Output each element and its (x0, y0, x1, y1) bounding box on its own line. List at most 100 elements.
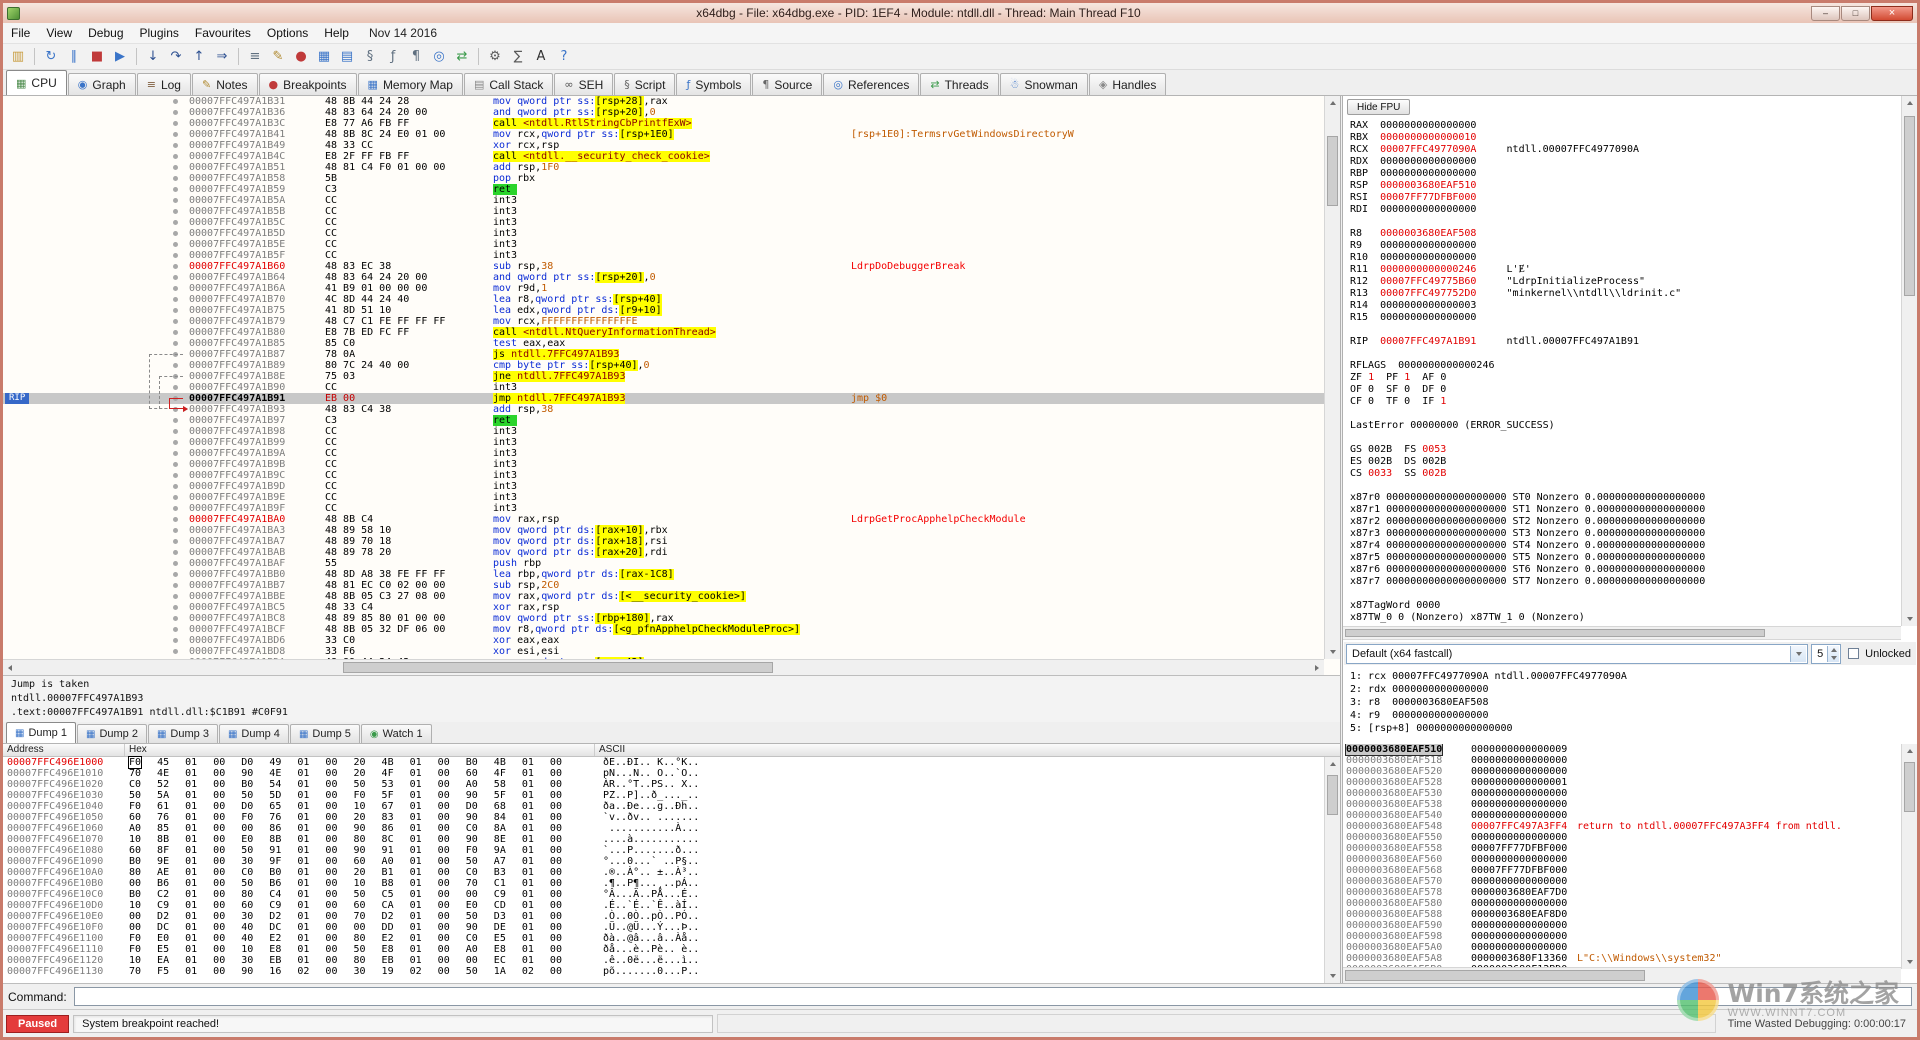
stack-row[interactable]: 0000003680EAF5880000003680EAF8D0 (1343, 909, 1917, 920)
argument-line[interactable]: 5: [rsp+8] 0000000000000000 (1350, 722, 1913, 735)
breakpoint-dot[interactable] (173, 528, 178, 533)
disasm-row[interactable]: 00007FFC497A1BB748 81 EC C0 02 00 00sub … (3, 580, 1325, 591)
register-line[interactable]: RSP 0000003680EAF510 (1350, 180, 1900, 192)
breakpoint-dot[interactable] (173, 583, 178, 588)
dump-vertical-scrollbar[interactable] (1324, 757, 1340, 983)
register-line[interactable]: ZF 1 PF 1 AF 0 (1350, 372, 1900, 384)
dump-row[interactable]: 00007FFC496E1040F0 61 01 00 D0 65 01 00 … (3, 801, 1340, 812)
tab-dump-4[interactable]: ▦Dump 4 (219, 724, 289, 743)
register-line[interactable]: LastError 00000000 (ERROR_SUCCESS) (1350, 420, 1900, 432)
dump-row[interactable]: 00007FFC496E10D010 C9 01 00 60 C9 01 00 … (3, 900, 1340, 911)
breakpoint-dot[interactable] (173, 165, 178, 170)
scrollbar-thumb[interactable] (1345, 629, 1765, 637)
disasm-row[interactable]: 00007FFC497A1BCF48 8B 05 32 DF 06 00mov … (3, 624, 1325, 635)
breakpoint-dot[interactable] (173, 220, 178, 225)
help-icon[interactable]: ? (553, 46, 575, 67)
tab-watch-1[interactable]: ◉Watch 1 (361, 724, 432, 743)
settings-icon[interactable]: ⚙ (484, 46, 506, 67)
register-line[interactable] (1350, 432, 1900, 444)
disasm-row[interactable]: 00007FFC497A1B9BCCint3 (3, 459, 1325, 470)
breakpoint-dot[interactable] (173, 462, 178, 467)
stack-row[interactable]: 0000003680EAF5780000003680EAF7D0 (1343, 887, 1917, 898)
menu-item-view[interactable]: View (38, 23, 80, 43)
tab-cpu[interactable]: ▦CPU (6, 70, 67, 95)
dump-row[interactable]: 00007FFC496E112010 EA 01 00 30 EB 01 00 … (3, 955, 1340, 966)
dump-row[interactable]: 00007FFC496E1000F0 45 01 00 D0 49 01 00 … (3, 757, 1340, 768)
register-line[interactable]: OF 0 SF 0 DF 0 (1350, 384, 1900, 396)
register-line[interactable]: R10 0000000000000000 (1350, 252, 1900, 264)
stack-row[interactable]: 0000003680EAF5980000000000000000 (1343, 931, 1917, 942)
breakpoint-dot[interactable] (173, 198, 178, 203)
dump-row[interactable]: 00007FFC496E10E000 D2 01 00 30 D2 01 00 … (3, 911, 1340, 922)
breakpoint-dot[interactable] (173, 627, 178, 632)
breakpoint-dot[interactable] (173, 561, 178, 566)
dump-row[interactable]: 00007FFC496E103050 5A 01 00 50 5D 01 00 … (3, 790, 1340, 801)
disasm-row[interactable]: 00007FFC497A1B6A41 B9 01 00 00 00mov r9d… (3, 283, 1325, 294)
breakpoint-dot[interactable] (173, 132, 178, 137)
dump-col-hex[interactable]: Hex (125, 744, 595, 756)
breakpoint-dot[interactable] (173, 440, 178, 445)
maximize-button[interactable]: □ (1841, 6, 1870, 21)
close-button[interactable]: × (1871, 6, 1913, 21)
disasm-row[interactable]: 00007FFC497A1BB048 8D A8 38 FE FF FFlea … (3, 569, 1325, 580)
disasm-row[interactable]: 00007FFC497A1B9ECCint3 (3, 492, 1325, 503)
register-line[interactable]: R8 0000003680EAF508 (1350, 228, 1900, 240)
threads-icon[interactable]: ⇄ (451, 46, 473, 67)
disasm-row[interactable]: 00007FFC497A1B5148 81 C4 F0 01 00 00add … (3, 162, 1325, 173)
register-line[interactable] (1350, 408, 1900, 420)
breakpoint-dot[interactable] (173, 121, 178, 126)
register-line[interactable]: x87TW_0 0 (Nonzero) x87TW_1 0 (Nonzero) (1350, 612, 1900, 624)
disasm-row[interactable]: 00007FFC497A1B5ECCint3 (3, 239, 1325, 250)
disasm-vertical-scrollbar[interactable] (1324, 96, 1340, 659)
tab-dump-3[interactable]: ▦Dump 3 (148, 724, 218, 743)
scroll-down-icon[interactable] (1902, 955, 1917, 969)
register-line[interactable]: RFLAGS 0000000000000246 (1350, 360, 1900, 372)
stack-row[interactable]: 0000003680EAF5A00000000000000000 (1343, 942, 1917, 953)
command-input[interactable] (74, 987, 1912, 1006)
scroll-down-icon[interactable] (1902, 612, 1917, 626)
register-line[interactable]: RIP 00007FFC497A1B91 ntdll.00007FFC497A1… (1350, 336, 1900, 348)
disasm-row[interactable]: 00007FFC497A1B9348 83 C4 38add rsp,38 (3, 404, 1325, 415)
breakpoint-dot[interactable] (173, 264, 178, 269)
tab-breakpoints[interactable]: ●Breakpoints (259, 73, 357, 95)
breakpoint-dot[interactable] (173, 484, 178, 489)
disasm-row[interactable]: 00007FFC497A1B9ACCint3 (3, 448, 1325, 459)
disasm-row[interactable]: 00007FFC497A1B8778 0Ajs ntdll.7FFC497A1B… (3, 349, 1325, 360)
argument-line[interactable]: 3: r8 0000003680EAF508 (1350, 696, 1913, 709)
scrollbar-thumb[interactable] (1904, 762, 1915, 812)
breakpoint-dot[interactable] (173, 143, 178, 148)
menu-item-options[interactable]: Options (259, 23, 316, 43)
disasm-row[interactable]: 00007FFC497A1B90CCint3 (3, 382, 1325, 393)
breakpoint-dot[interactable] (173, 550, 178, 555)
stack-row[interactable]: 0000003680EAF5380000000000000000 (1343, 799, 1917, 810)
registers-horizontal-scrollbar[interactable] (1343, 626, 1901, 640)
disasm-row[interactable]: 00007FFC497A1B5DCCint3 (3, 228, 1325, 239)
disasm-row[interactable]: 00007FFC497A1B704C 8D 44 24 40lea r8,qwo… (3, 294, 1325, 305)
breakpoint-dot[interactable] (173, 594, 178, 599)
references-icon[interactable]: ◎ (428, 46, 450, 67)
scroll-down-icon[interactable] (1325, 969, 1341, 983)
disasm-row[interactable]: 00007FFC497A1B8585 C0test eax,eax (3, 338, 1325, 349)
tab-notes[interactable]: ✎Notes (192, 73, 258, 95)
register-line[interactable]: R9 0000000000000000 (1350, 240, 1900, 252)
disasm-row[interactable]: 00007FFC497A1B4CE8 2F FF FB FFcall <ntdl… (3, 151, 1325, 162)
disasm-row[interactable]: 00007FFC497A1B3648 83 64 24 20 00and qwo… (3, 107, 1325, 118)
step-over-icon[interactable]: ↷ (165, 46, 187, 67)
dump-row[interactable]: 00007FFC496E1020C0 52 01 00 B0 54 01 00 … (3, 779, 1340, 790)
disasm-row[interactable]: 00007FFC497A1BAB48 89 78 20mov qword ptr… (3, 547, 1325, 558)
disassembly-pane[interactable]: 00007FFC497A1B3148 8B 44 24 28mov qword … (3, 96, 1341, 675)
scroll-up-icon[interactable] (1902, 96, 1917, 110)
disasm-row[interactable]: 00007FFC497A1B91EB 00jmp ntdll.7FFC497A1… (3, 393, 1325, 404)
breakpoint-dot[interactable] (173, 495, 178, 500)
menu-item-help[interactable]: Help (316, 23, 357, 43)
scroll-up-icon[interactable] (1902, 744, 1917, 758)
tab-log[interactable]: ≡Log (137, 73, 191, 95)
stack-row[interactable]: 0000003680EAF55800007FF77DFBF000 (1343, 843, 1917, 854)
register-line[interactable]: RDX 0000000000000000 (1350, 156, 1900, 168)
tab-memory-map[interactable]: ▦Memory Map (358, 73, 463, 95)
dump-pane[interactable]: Address Hex ASCII 00007FFC496E1000F0 45 … (3, 744, 1341, 983)
disasm-row[interactable]: 00007FFC497A1B98CCint3 (3, 426, 1325, 437)
disasm-row[interactable]: 00007FFC497A1BA048 8B C4mov rax,rspLdrpG… (3, 514, 1325, 525)
breakpoint-dot[interactable] (173, 253, 178, 258)
register-line[interactable]: x87r1 00000000000000000000 ST1 Nonzero 0… (1350, 504, 1900, 516)
